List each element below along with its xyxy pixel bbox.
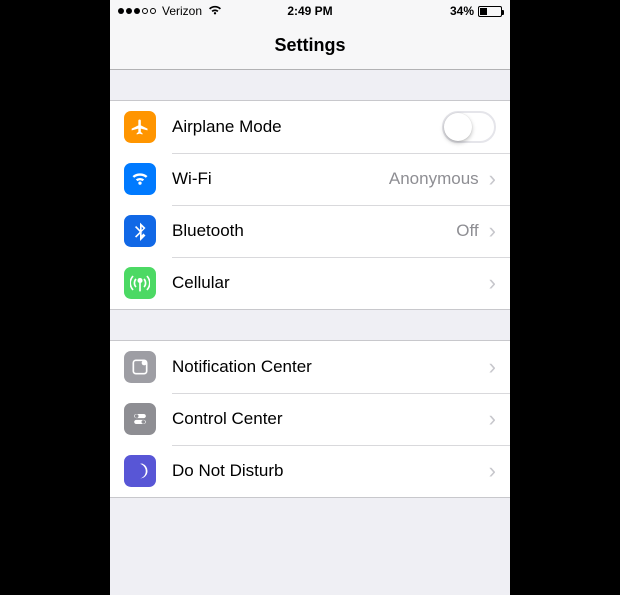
row-label: Wi-Fi (172, 169, 389, 189)
airplane-toggle[interactable] (442, 111, 496, 143)
chevron-right-icon: › (489, 272, 496, 294)
chevron-right-icon: › (489, 460, 496, 482)
wifi-network-name: Anonymous (389, 169, 479, 189)
cellular-icon (124, 267, 156, 299)
row-airplane-mode[interactable]: Airplane Mode (110, 101, 510, 153)
carrier-label: Verizon (162, 4, 202, 18)
bluetooth-status: Off (456, 221, 478, 241)
bluetooth-icon (124, 215, 156, 247)
row-control-center[interactable]: Control Center › (110, 393, 510, 445)
chevron-right-icon: › (489, 220, 496, 242)
wifi-settings-icon (124, 163, 156, 195)
chevron-right-icon: › (489, 356, 496, 378)
settings-screen: Verizon 2:49 PM 34% Settings Airplane Mo… (110, 0, 510, 595)
row-label: Control Center (172, 409, 489, 429)
row-notification-center[interactable]: Notification Center › (110, 341, 510, 393)
status-left: Verizon (118, 4, 222, 18)
settings-group-connectivity: Airplane Mode Wi-Fi Anonymous › Bluetoot… (110, 100, 510, 310)
notification-center-icon (124, 351, 156, 383)
row-label: Cellular (172, 273, 489, 293)
battery-percentage: 34% (450, 4, 474, 18)
row-do-not-disturb[interactable]: Do Not Disturb › (110, 445, 510, 497)
status-bar: Verizon 2:49 PM 34% (110, 0, 510, 22)
signal-strength-icon (118, 8, 156, 14)
wifi-icon (208, 4, 222, 18)
row-label: Airplane Mode (172, 117, 442, 137)
control-center-icon (124, 403, 156, 435)
chevron-right-icon: › (489, 168, 496, 190)
chevron-right-icon: › (489, 408, 496, 430)
battery-icon (478, 6, 502, 17)
row-label: Bluetooth (172, 221, 456, 241)
row-label: Notification Center (172, 357, 489, 377)
airplane-icon (124, 111, 156, 143)
row-bluetooth[interactable]: Bluetooth Off › (110, 205, 510, 257)
row-wifi[interactable]: Wi-Fi Anonymous › (110, 153, 510, 205)
do-not-disturb-icon (124, 455, 156, 487)
nav-bar: Settings (110, 22, 510, 70)
page-title: Settings (274, 35, 345, 56)
settings-group-system: Notification Center › Control Center › D… (110, 340, 510, 498)
status-right: 34% (450, 4, 502, 18)
row-label: Do Not Disturb (172, 461, 489, 481)
clock: 2:49 PM (287, 4, 332, 18)
row-cellular[interactable]: Cellular › (110, 257, 510, 309)
